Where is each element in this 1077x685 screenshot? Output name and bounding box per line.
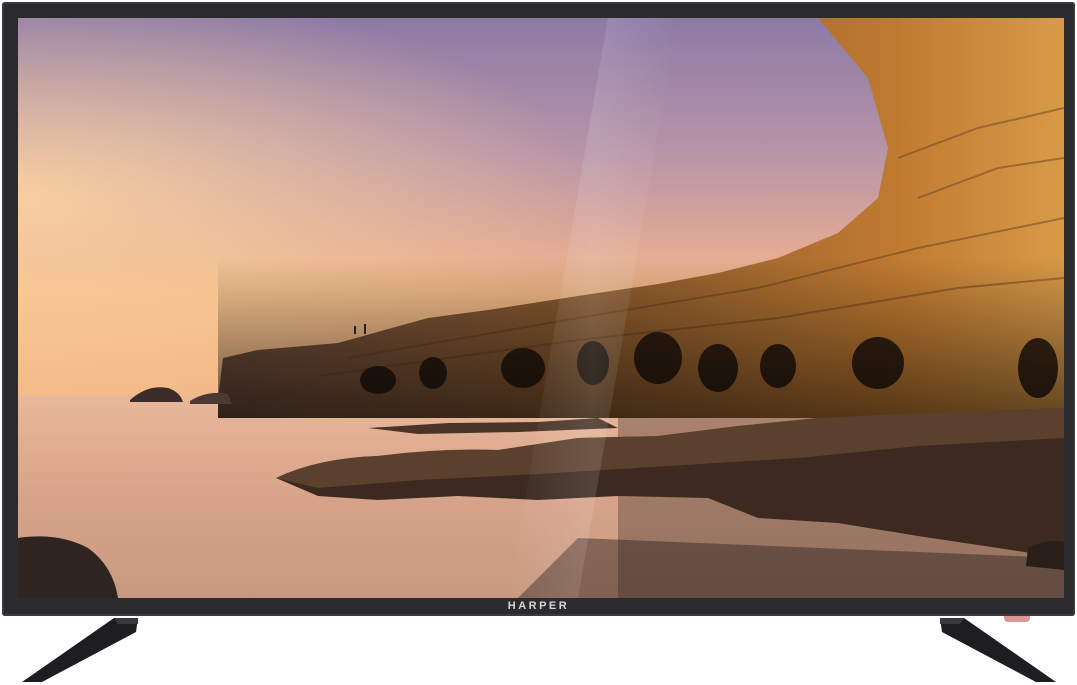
left-stand-leg [22,618,138,682]
brand-logo: HARPER [507,600,570,612]
tv-frame: HARPER [2,2,1075,616]
tv-screen [18,18,1064,598]
wallpaper-image [18,18,1064,598]
right-stand-leg [940,618,1056,682]
